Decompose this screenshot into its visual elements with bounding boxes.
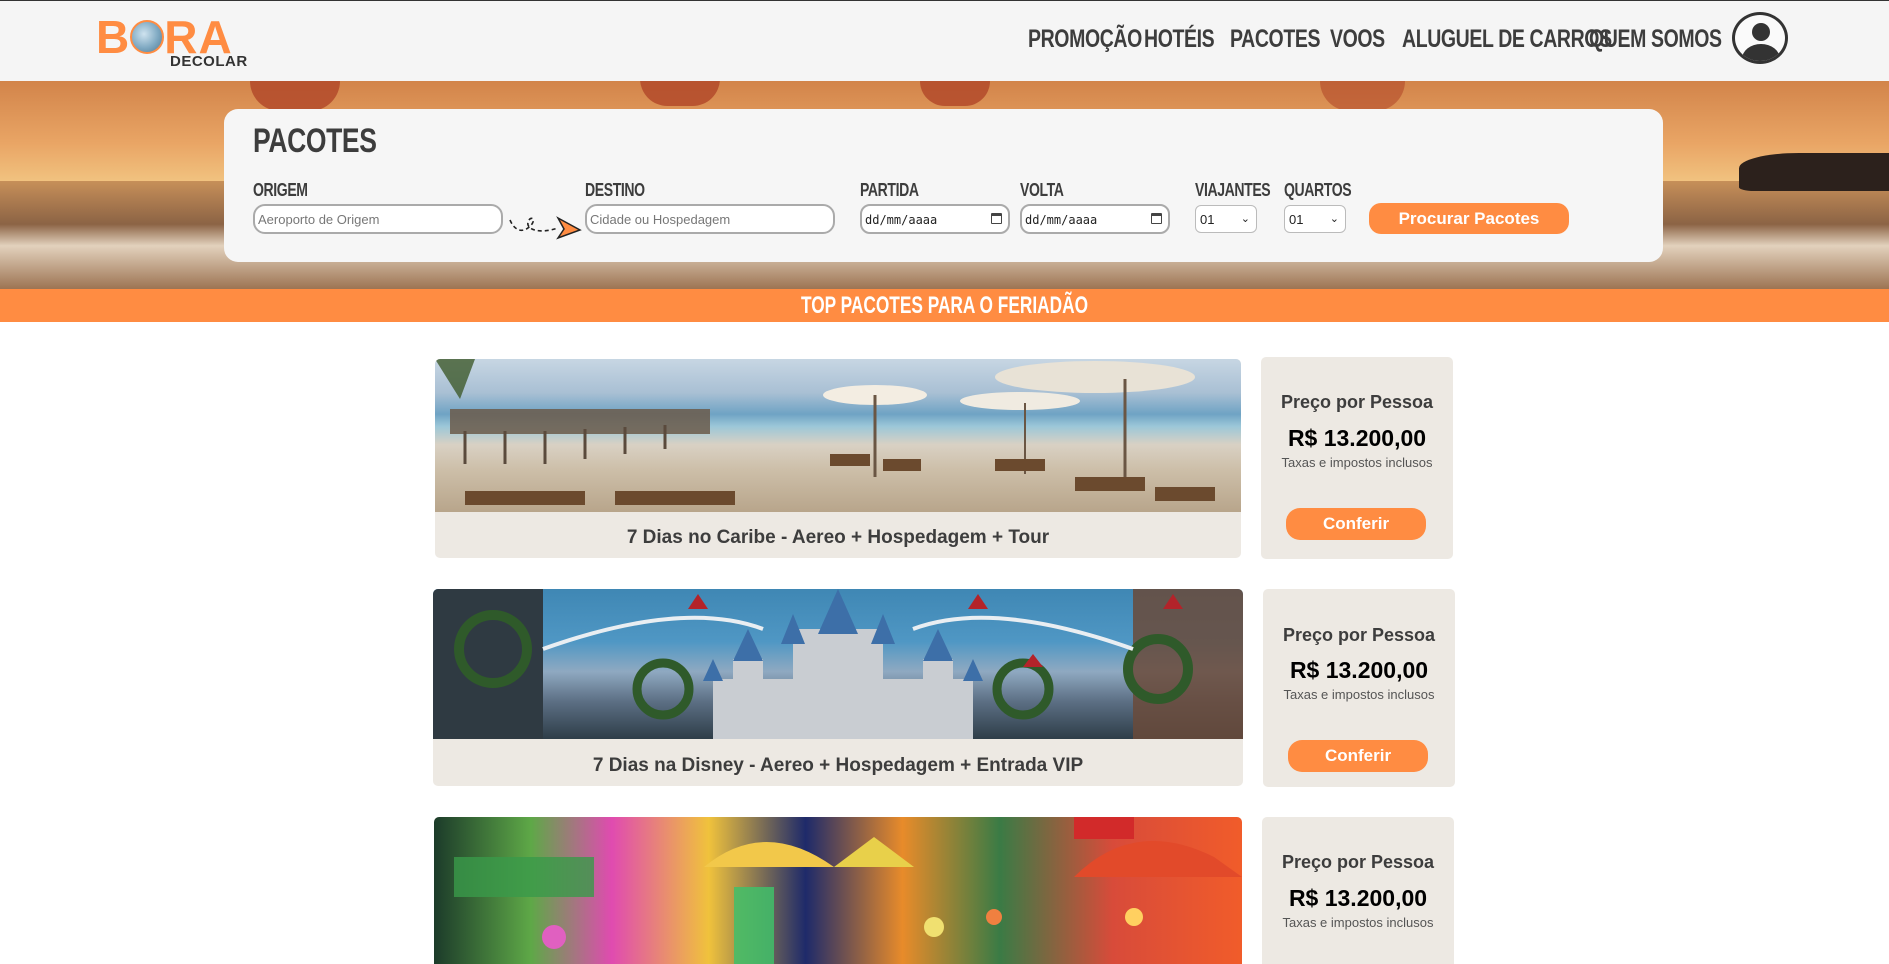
chevron-down-icon: ⌄: [1240, 213, 1250, 225]
package-card[interactable]: [434, 817, 1242, 964]
price-label: Preço por Pessoa: [1280, 392, 1434, 412]
return-label: VOLTA: [1020, 180, 1064, 200]
destination-input[interactable]: Cidade ou Hospedagem: [585, 204, 835, 234]
price-label: Preço por Pessoa: [1281, 852, 1435, 872]
calendar-icon[interactable]: [991, 213, 1002, 224]
nav-item-promocao[interactable]: PROMOÇÃO: [1028, 25, 1142, 54]
rooms-value: 01: [1289, 212, 1304, 227]
price-note: Taxas e impostos inclusos: [1282, 915, 1434, 930]
departure-date-value: dd/mm/aaaa: [865, 213, 938, 227]
package-image-amusement-park: [434, 817, 1242, 964]
nav-item-quem-somos[interactable]: QUEM SOMOS: [1589, 25, 1722, 54]
brand-logo-subtitle: DECOLAR: [170, 53, 248, 70]
chevron-down-icon: ⌄: [1329, 213, 1339, 225]
user-avatar-icon[interactable]: [1732, 12, 1788, 64]
price-box: Preço por Pessoa R$ 13.200,00 Taxas e im…: [1263, 589, 1455, 787]
calendar-icon[interactable]: [1151, 213, 1162, 224]
origin-input[interactable]: Aeroporto de Origem: [253, 204, 503, 234]
plane-route-icon: [509, 216, 582, 240]
conferir-button[interactable]: Conferir: [1286, 508, 1426, 540]
price-note: Taxas e impostos inclusos: [1281, 455, 1433, 470]
search-title: PACOTES: [253, 122, 377, 160]
nav-item-aluguel-de-carros[interactable]: ALUGUEL DE CARROS: [1402, 25, 1612, 54]
price-label: Preço por Pessoa: [1282, 625, 1436, 645]
package-card[interactable]: 7 Dias no Caribe - Aereo + Hospedagem + …: [435, 359, 1241, 558]
price-note: Taxas e impostos inclusos: [1283, 687, 1435, 702]
price-box: Preço por Pessoa R$ 13.200,00 Taxas e im…: [1261, 357, 1453, 559]
price-box: Preço por Pessoa R$ 13.200,00 Taxas e im…: [1262, 817, 1454, 964]
package-image-caribbean-beach: [435, 359, 1241, 512]
travelers-label: VIAJANTES: [1195, 180, 1271, 200]
nav-item-pacotes[interactable]: PACOTES: [1230, 25, 1320, 54]
package-title: 7 Dias na Disney - Aereo + Hospedagem + …: [592, 755, 1084, 776]
rooms-label: QUARTOS: [1284, 180, 1352, 200]
destination-label: DESTINO: [585, 180, 645, 200]
search-packages-button[interactable]: Procurar Pacotes: [1369, 203, 1569, 234]
brand-logo[interactable]: B RA DECOLAR: [96, 13, 248, 73]
nav-item-voos[interactable]: VOOS: [1330, 25, 1385, 54]
package-title: 7 Dias no Caribe - Aereo + Hospedagem + …: [626, 527, 1050, 548]
departure-label: PARTIDA: [860, 180, 919, 200]
rooms-select[interactable]: 01 ⌄: [1284, 205, 1346, 233]
promo-banner: TOP PACOTES PARA O FERIADÃO: [0, 289, 1889, 322]
nav-item-hoteis[interactable]: HOTÉIS: [1144, 25, 1215, 54]
globe-icon: [130, 19, 165, 54]
package-search-form: PACOTES ORIGEM Aeroporto de Origem DESTI…: [224, 109, 1663, 262]
price-value: R$ 13.200,00: [1287, 425, 1427, 451]
price-value: R$ 13.200,00: [1288, 885, 1428, 911]
origin-label: ORIGEM: [253, 180, 308, 200]
package-image-disney-castle: [433, 589, 1243, 739]
return-date-input[interactable]: dd/mm/aaaa: [1020, 204, 1170, 234]
site-header: B RA DECOLAR PROMOÇÃO HOTÉIS PACOTES VOOS…: [0, 0, 1889, 81]
price-value: R$ 13.200,00: [1289, 657, 1429, 683]
return-date-value: dd/mm/aaaa: [1025, 213, 1098, 227]
departure-date-input[interactable]: dd/mm/aaaa: [860, 204, 1010, 234]
conferir-button[interactable]: Conferir: [1288, 740, 1428, 772]
banner-text: TOP PACOTES PARA O FERIADÃO: [800, 292, 1089, 319]
travelers-select[interactable]: 01 ⌄: [1195, 205, 1257, 233]
travelers-value: 01: [1200, 212, 1215, 227]
package-card[interactable]: 7 Dias na Disney - Aereo + Hospedagem + …: [433, 589, 1243, 786]
